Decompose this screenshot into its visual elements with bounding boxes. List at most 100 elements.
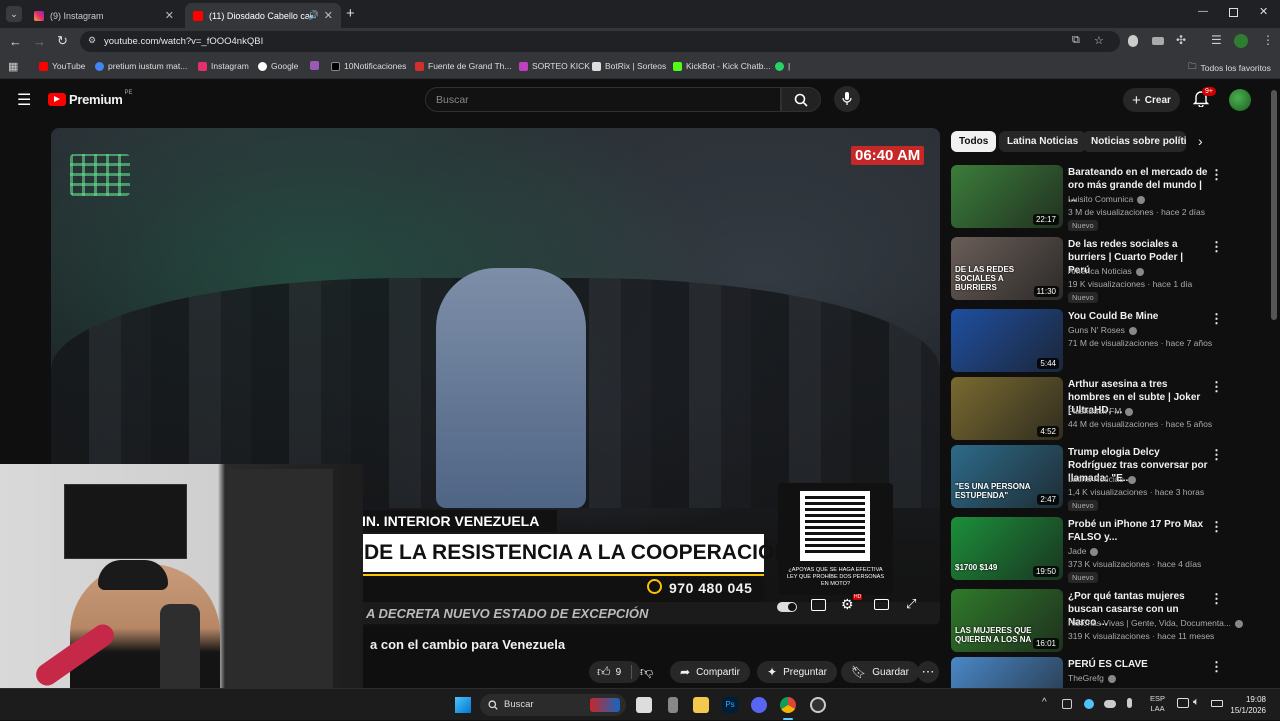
tray-mic-icon[interactable] bbox=[1127, 698, 1132, 708]
onedrive-icon[interactable] bbox=[1104, 700, 1116, 708]
video-thumbnail[interactable]: DE LAS REDES SOCIALES A BURRIERS 11:30 bbox=[951, 237, 1063, 300]
tab-youtube-active[interactable]: (11) Diosdado Cabello cam 🔊 ✕ bbox=[185, 3, 341, 28]
video-thumbnail[interactable]: 22:17 bbox=[951, 165, 1063, 228]
video-thumbnail[interactable]: 5:44 bbox=[951, 309, 1063, 372]
back-icon[interactable]: ← bbox=[9, 34, 22, 49]
recommendation-title[interactable]: You Could Be Mine bbox=[1068, 310, 1208, 323]
tray-icon[interactable] bbox=[1062, 699, 1072, 709]
profile-avatar[interactable] bbox=[1234, 34, 1248, 48]
dislike-button[interactable]: 👎︎ bbox=[634, 661, 659, 683]
recommendation-card[interactable]: DE LAS REDES SOCIALES A BURRIERS 11:30 De … bbox=[951, 237, 1271, 303]
battery-icon[interactable] bbox=[1211, 700, 1223, 707]
start-button[interactable] bbox=[455, 697, 471, 713]
video-thumbnail[interactable]: "ES UNA PERSONA ESTUPENDA" 2:47 bbox=[951, 445, 1063, 508]
save-button[interactable]: 🔖︎ Guardar bbox=[841, 661, 919, 683]
video-thumbnail[interactable]: 4:52 bbox=[951, 377, 1063, 440]
video-thumbnail[interactable]: LAS MUJERES QUE QUIEREN A LOS NA 16:01 bbox=[951, 589, 1063, 652]
volume-icon[interactable]: 🔈︎ bbox=[1193, 696, 1200, 709]
media-control-icon[interactable]: ☰ bbox=[1211, 33, 1222, 47]
recommendation-card[interactable]: 22:17 Barateando en el mercado de oro más… bbox=[951, 165, 1271, 231]
reload-icon[interactable]: ↻ bbox=[57, 33, 68, 49]
fullscreen-icon[interactable]: ⤢ bbox=[906, 596, 916, 612]
taskbar-search[interactable]: Buscar bbox=[480, 694, 626, 716]
install-icon[interactable]: ⧉ bbox=[1072, 34, 1080, 47]
bookmark-kickbot[interactable]: KickBot - Kick Chatb... bbox=[673, 61, 771, 71]
restore-button[interactable] bbox=[1229, 8, 1238, 17]
more-options-icon[interactable]: ⋮ bbox=[1210, 659, 1223, 675]
extension-icon[interactable] bbox=[1152, 37, 1164, 45]
recommendation-card[interactable]: 4:52 Arthur asesina a tres hombres en el … bbox=[951, 377, 1271, 441]
forward-icon[interactable]: → bbox=[33, 34, 46, 49]
omnibox[interactable]: ⚙ youtube.com/watch?v=_fOOO4nkQBI ⧉ ☆ bbox=[80, 31, 1120, 52]
chip-todos[interactable]: Todos bbox=[951, 131, 997, 152]
discord-icon[interactable] bbox=[751, 697, 767, 713]
file-explorer-icon[interactable] bbox=[693, 697, 709, 713]
photoshop-icon[interactable]: Ps bbox=[722, 697, 738, 713]
channel-name[interactable]: Guns N' Roses bbox=[1068, 325, 1137, 335]
audio-icon[interactable]: 🔊 bbox=[308, 10, 319, 21]
close-window-button[interactable]: ✕ bbox=[1259, 5, 1268, 18]
channel-name[interactable]: Historias Vivas | Gente, Vida, Documenta… bbox=[1068, 618, 1243, 628]
hamburger-menu-icon[interactable]: ☰ bbox=[17, 90, 31, 110]
more-options-icon[interactable]: ⋮ bbox=[1210, 379, 1223, 395]
more-options-icon[interactable]: ⋮ bbox=[1210, 311, 1223, 327]
bookmark-sorteo-kick[interactable]: SORTEO KICK bbox=[519, 61, 590, 71]
extensions-puzzle-icon[interactable]: ✣ bbox=[1176, 33, 1186, 47]
bookmark-gta[interactable]: Fuente de Grand Th... bbox=[415, 61, 511, 71]
tray-icon[interactable] bbox=[1084, 699, 1094, 709]
account-avatar[interactable] bbox=[1229, 89, 1251, 111]
bookmark-botrix[interactable]: BotRix | Sorteos bbox=[592, 61, 666, 71]
all-bookmarks[interactable]: 🗀 Todos los favoritos bbox=[1188, 61, 1271, 75]
autoplay-toggle[interactable] bbox=[777, 602, 797, 612]
recommendation-title[interactable]: Probé un iPhone 17 Pro Max FALSO y... bbox=[1068, 518, 1208, 544]
recommendation-title[interactable]: PERÚ ES CLAVE bbox=[1068, 658, 1208, 671]
chip-politica[interactable]: Noticias sobre política bbox=[1083, 131, 1186, 152]
channel-name[interactable]: Jade bbox=[1068, 546, 1099, 556]
bookmark-youtube[interactable]: YouTube bbox=[39, 61, 85, 71]
bookmark-instagram[interactable]: Instagram bbox=[198, 61, 249, 71]
channel-name[interactable]: Flashback FM bbox=[1068, 406, 1134, 416]
tab-instagram[interactable]: (9) Instagram ✕ bbox=[26, 3, 182, 28]
like-button[interactable]: 👍︎ 9 bbox=[589, 661, 641, 683]
create-button[interactable]: + Crear bbox=[1123, 88, 1180, 112]
more-options-icon[interactable]: ⋮ bbox=[1210, 447, 1223, 463]
channel-name[interactable]: TheGrefg bbox=[1068, 673, 1116, 683]
bookmark-pretium[interactable]: pretium iustum mat... bbox=[95, 61, 187, 71]
theater-mode-icon[interactable] bbox=[874, 599, 889, 610]
chevron-right-icon[interactable]: › bbox=[1198, 133, 1203, 149]
subtitles-icon[interactable] bbox=[811, 599, 826, 611]
youtube-logo[interactable]: Premium PE bbox=[48, 90, 133, 107]
obs-icon[interactable] bbox=[810, 697, 826, 713]
channel-name[interactable]: Latina Noticias bbox=[1068, 474, 1136, 484]
more-options-icon[interactable]: ⋮ bbox=[1210, 167, 1223, 183]
search-button[interactable] bbox=[781, 87, 821, 112]
clock[interactable]: 19:08 15/1/2026 bbox=[1226, 694, 1266, 716]
tab-search-button[interactable]: ⌄ bbox=[6, 6, 22, 22]
network-icon[interactable] bbox=[1177, 698, 1189, 708]
close-tab-icon[interactable]: ✕ bbox=[324, 9, 333, 22]
channel-name[interactable]: Luisito Comunica bbox=[1068, 194, 1146, 204]
more-options-icon[interactable]: ⋮ bbox=[1210, 519, 1223, 535]
chip-latina-noticias[interactable]: Latina Noticias bbox=[999, 131, 1087, 152]
bookmark-colorful[interactable] bbox=[310, 61, 323, 70]
bookmark-star-icon[interactable]: ☆ bbox=[1094, 34, 1104, 47]
video-thumbnail[interactable]: $1700 $149 19:50 bbox=[951, 517, 1063, 580]
menu-kebab-icon[interactable]: ⋮ bbox=[1262, 33, 1274, 47]
bookmark-google[interactable]: Google bbox=[258, 61, 298, 71]
language-indicator[interactable]: ESP LAA bbox=[1150, 694, 1165, 714]
close-tab-icon[interactable]: ✕ bbox=[165, 9, 174, 22]
apps-grid-icon[interactable]: ▦ bbox=[8, 60, 18, 73]
app-icon[interactable] bbox=[668, 697, 678, 713]
page-scrollbar[interactable] bbox=[1271, 90, 1277, 320]
site-info-icon[interactable]: ⚙ bbox=[88, 35, 96, 46]
share-button[interactable]: ➦ Compartir bbox=[670, 661, 750, 683]
more-options-icon[interactable]: ⋮ bbox=[1210, 239, 1223, 255]
chrome-icon[interactable] bbox=[780, 697, 796, 713]
search-input[interactable]: Buscar bbox=[436, 94, 469, 106]
task-view-icon[interactable] bbox=[636, 697, 652, 713]
extension-icon[interactable] bbox=[1128, 35, 1138, 47]
tray-chevron-icon[interactable]: ^ bbox=[1042, 697, 1047, 708]
notifications-button[interactable]: 9+ bbox=[1192, 87, 1216, 112]
voice-search-button[interactable] bbox=[834, 86, 860, 112]
recommendation-card[interactable]: LAS MUJERES QUE QUIEREN A LOS NA 16:01 ¿Po… bbox=[951, 589, 1271, 653]
